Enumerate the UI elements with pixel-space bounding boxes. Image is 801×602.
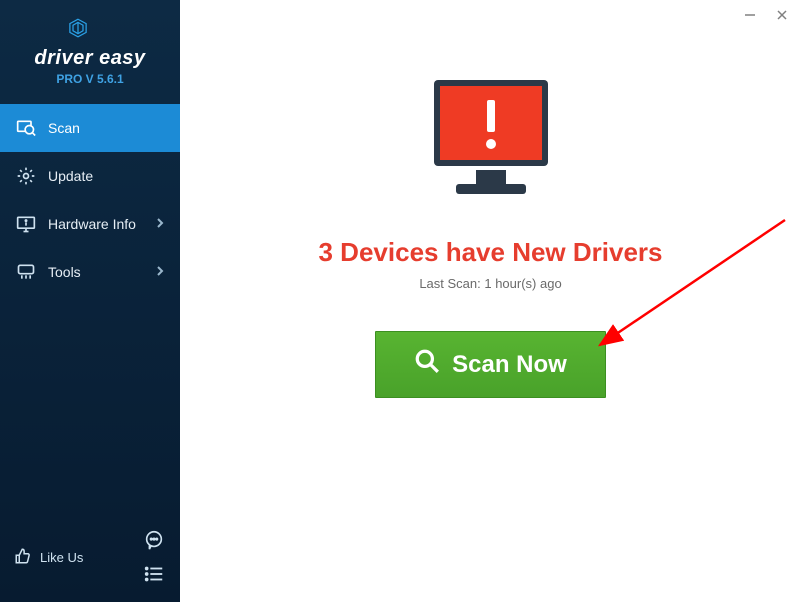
main-content: 3 Devices have New Drivers Last Scan: 1 …	[180, 0, 801, 602]
close-button[interactable]	[773, 6, 791, 24]
app-version: PRO V 5.6.1	[56, 72, 123, 86]
app-name: driver easy	[34, 47, 145, 70]
feedback-button[interactable]	[142, 528, 166, 552]
nav: Scan Update Hardware Info	[0, 104, 180, 296]
sidebar: driver easy PRO V 5.6.1 Scan Update	[0, 0, 180, 602]
headline-text: 3 Devices have New Drivers	[319, 237, 663, 268]
nav-scan-label: Scan	[48, 120, 80, 136]
gear-icon	[16, 166, 36, 186]
sidebar-bottom: Like Us	[0, 516, 180, 602]
nav-scan[interactable]: Scan	[0, 104, 180, 152]
thumbs-up-icon	[14, 547, 32, 568]
scan-icon	[16, 118, 36, 138]
tools-icon	[16, 262, 36, 282]
nav-update-label: Update	[48, 168, 93, 184]
nav-hardware-info[interactable]: Hardware Info	[0, 200, 180, 248]
like-us-label: Like Us	[40, 550, 83, 565]
nav-hardware-label: Hardware Info	[48, 216, 136, 232]
alert-monitor-icon	[416, 70, 566, 225]
nav-update[interactable]: Update	[0, 152, 180, 200]
scan-now-button[interactable]: Scan Now	[375, 331, 606, 398]
scan-now-label: Scan Now	[452, 351, 567, 379]
magnifier-icon	[414, 348, 440, 381]
minimize-button[interactable]	[741, 6, 759, 24]
last-scan-text: Last Scan: 1 hour(s) ago	[419, 276, 561, 291]
monitor-info-icon	[16, 214, 36, 234]
like-us-button[interactable]: Like Us	[14, 547, 83, 568]
menu-button[interactable]	[142, 562, 166, 586]
chevron-right-icon	[156, 216, 164, 232]
brand-block: driver easy PRO V 5.6.1	[0, 0, 180, 94]
logo-icon	[68, 18, 112, 43]
nav-tools[interactable]: Tools	[0, 248, 180, 296]
nav-tools-label: Tools	[48, 264, 81, 280]
chevron-right-icon	[156, 264, 164, 280]
